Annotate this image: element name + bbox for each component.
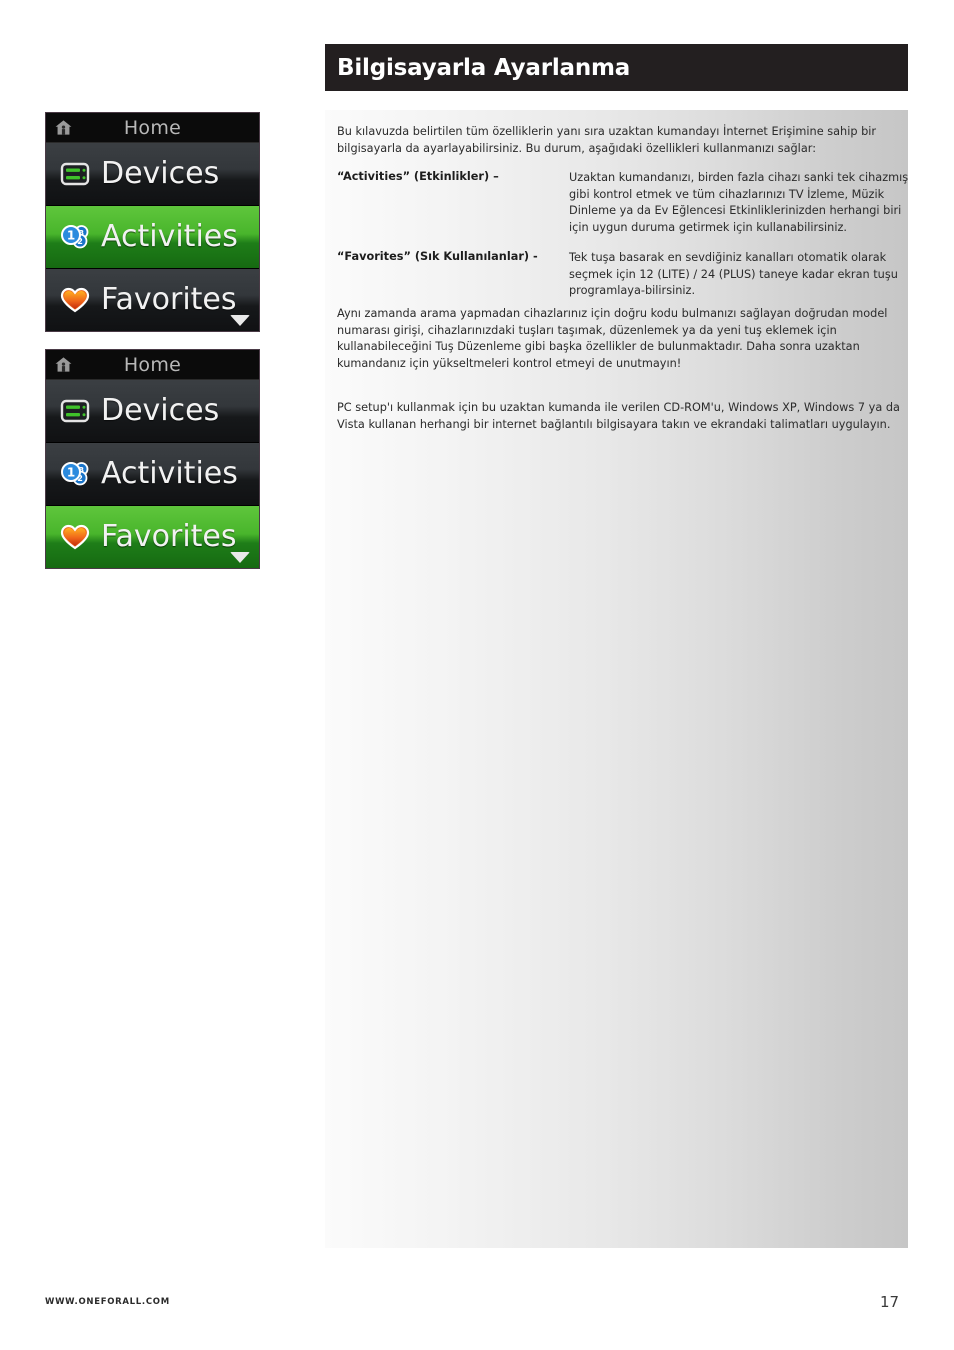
screen-titlebar: Home [46, 350, 259, 380]
chevron-down-icon[interactable] [230, 315, 250, 326]
menu-item-label: Activities [101, 456, 238, 491]
devices-icon [58, 394, 92, 428]
page-number: 17 [880, 1293, 900, 1311]
menu-item-label: Devices [101, 156, 220, 191]
svg-text:1: 1 [67, 466, 75, 480]
screen-titlebar: Home [46, 113, 259, 143]
activities-icon: 3 2 1 [58, 457, 92, 491]
section-header-bar: Bilgisayarla Ayarlanma [325, 44, 908, 91]
menu-item-label: Devices [101, 393, 220, 428]
menu-item-activities[interactable]: 3 2 1 Activities [46, 206, 259, 269]
pcsetup-paragraph: PC setup'ı kullanmak için bu uzaktan kum… [337, 401, 900, 431]
feature-term: “Activities” (Etkinlikler) – [337, 170, 499, 183]
menu-item-favorites[interactable]: Favorites [46, 269, 259, 331]
menu-item-label: Activities [101, 219, 238, 254]
favorites-icon [58, 520, 92, 554]
remote-screen-mockup-favorites-selected: Home Devices 3 2 1 Activities Favorites [45, 349, 260, 569]
svg-text:1: 1 [67, 229, 75, 243]
tail-paragraph: Aynı zamanda arama yapmadan cihazlarınız… [337, 307, 888, 370]
screen-title: Home [123, 354, 182, 376]
remote-screen-mockup-activities-selected: Home Devices 3 2 1 Activities Favorites [45, 112, 260, 332]
chevron-down-icon[interactable] [230, 552, 250, 563]
screen-title: Home [123, 117, 182, 139]
favorites-icon [58, 283, 92, 317]
feature-description: Tek tuşa basarak en sevdiğiniz kanalları… [569, 251, 898, 297]
menu-item-devices[interactable]: Devices [46, 143, 259, 206]
menu-item-favorites[interactable]: Favorites [46, 506, 259, 568]
page-title: Bilgisayarla Ayarlanma [337, 55, 631, 81]
feature-term: “Favorites” (Sık Kullanılanlar) - [337, 250, 538, 263]
content-panel: Bu kılavuzda belirtilen tüm özelliklerin… [325, 110, 908, 1248]
menu-item-devices[interactable]: Devices [46, 380, 259, 443]
devices-icon [58, 157, 92, 191]
intro-paragraph: Bu kılavuzda belirtilen tüm özelliklerin… [337, 125, 877, 155]
menu-item-label: Favorites [101, 519, 237, 554]
footer-url[interactable]: WWW.ONEFORALL.COM [45, 1297, 170, 1307]
feature-description: Uzaktan kumandanızı, birden fazla cihazı… [569, 171, 909, 234]
menu-item-label: Favorites [101, 282, 237, 317]
menu-item-activities[interactable]: 3 2 1 Activities [46, 443, 259, 506]
activities-icon: 3 2 1 [58, 220, 92, 254]
